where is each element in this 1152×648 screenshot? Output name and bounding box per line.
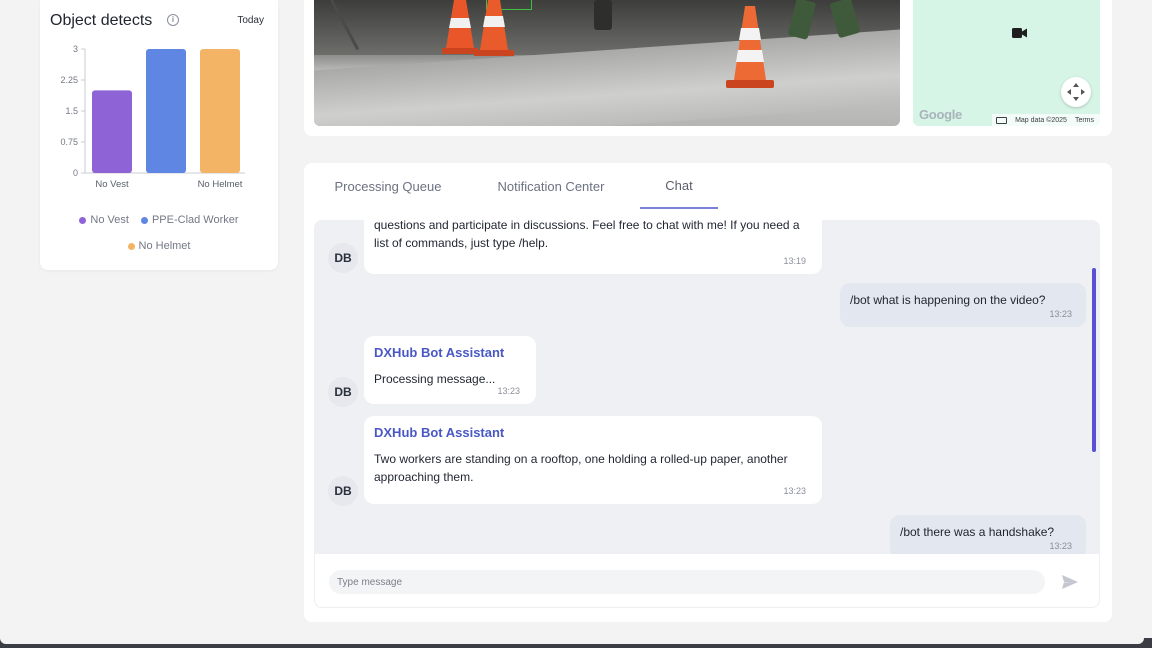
send-icon xyxy=(1062,575,1078,589)
avatar: DB xyxy=(328,243,358,273)
legend-label: PPE-Clad Worker xyxy=(151,214,239,226)
chat-message-bot: DXHub Bot Assistant Processing message..… xyxy=(364,336,536,404)
chat-scrollbar[interactable] xyxy=(1092,268,1096,452)
message-time: 13:23 xyxy=(1049,541,1072,551)
chart-legend: No Vest PPE-Clad Worker No Helmet xyxy=(40,214,278,266)
chat-message-bot: DXHub Bot Assistant Two workers are stan… xyxy=(364,416,822,504)
window-bottom-edge xyxy=(0,638,1152,648)
map-footer: Map data ©2025 Terms xyxy=(992,114,1100,126)
legend-label: No Helmet xyxy=(138,240,191,252)
bar-no-helmet xyxy=(200,49,240,173)
legend-dot-no-helmet xyxy=(127,242,135,250)
bar-ppe-clad-worker xyxy=(146,49,186,173)
legend-item-no-vest[interactable]: No Vest xyxy=(79,214,129,226)
message-sender: DXHub Bot Assistant xyxy=(374,425,505,440)
object-detects-chart: 3 2.25 1.5 0.75 0 No Vest No Helmet xyxy=(60,44,245,190)
chat-message-user: /bot there was a handshake? 13:23 xyxy=(890,515,1086,554)
video-camera-icon[interactable] xyxy=(1012,27,1028,39)
legend-label: No Vest xyxy=(90,214,129,226)
terms-link[interactable]: Terms xyxy=(1075,117,1094,124)
traffic-cone-image xyxy=(726,6,774,88)
message-text: /bot what is happening on the video? xyxy=(850,293,1046,307)
tab-notification-center[interactable]: Notification Center xyxy=(462,163,640,209)
message-time: 13:23 xyxy=(783,486,806,496)
traffic-cone-image xyxy=(474,0,514,56)
legend-item-ppe-clad-worker[interactable]: PPE-Clad Worker xyxy=(140,214,239,226)
location-map[interactable]: Google Map data ©2025 Terms xyxy=(913,0,1100,126)
tab-chat[interactable]: Chat xyxy=(640,163,718,209)
worker-image xyxy=(594,0,612,30)
x-tick-label: No Vest xyxy=(95,179,129,190)
keyboard-icon[interactable] xyxy=(996,116,1008,124)
chat-message-user: /bot what is happening on the video? 13:… xyxy=(840,283,1086,327)
legend-item-no-helmet[interactable]: No Helmet xyxy=(127,240,191,252)
legend-dot-ppe-clad-worker xyxy=(140,216,148,224)
camera-video-feed[interactable] xyxy=(314,0,900,126)
traffic-cone-image xyxy=(442,0,478,54)
y-tick-label: 3 xyxy=(73,44,78,54)
y-tick-label: 0 xyxy=(73,168,78,178)
message-time: 13:23 xyxy=(1049,309,1072,319)
google-logo: Google xyxy=(919,107,962,122)
chat-messages[interactable]: questions and participate in discussions… xyxy=(314,220,1100,554)
message-time: 13:19 xyxy=(783,256,806,266)
media-card: Google Map data ©2025 Terms xyxy=(304,0,1112,136)
y-tick-label: 1.5 xyxy=(65,106,78,116)
legend-dot-no-vest xyxy=(79,216,87,224)
bar-no-vest xyxy=(92,90,132,173)
x-tick-label: No Helmet xyxy=(198,179,243,190)
object-detects-card: Object detects i Today 3 2.25 1.5 0.75 0 No V… xyxy=(40,0,278,270)
y-tick-label: 0.75 xyxy=(60,137,78,147)
map-data-label: Map data ©2025 xyxy=(1015,116,1067,124)
tab-processing-queue[interactable]: Processing Queue xyxy=(314,163,462,209)
tab-bar: Processing Queue Notification Center Cha… xyxy=(314,163,718,209)
chat-message-bot: questions and participate in discussions… xyxy=(364,220,822,274)
period-selector[interactable]: Today xyxy=(237,15,264,26)
message-time: 13:23 xyxy=(497,386,520,396)
pan-arrows-icon xyxy=(1067,83,1085,101)
object-detects-title: Object detects xyxy=(50,12,153,29)
avatar: DB xyxy=(328,476,358,506)
map-pan-control[interactable] xyxy=(1061,77,1091,107)
y-tick-label: 2.25 xyxy=(60,75,78,85)
chat-card: Processing Queue Notification Center Cha… xyxy=(304,163,1112,622)
avatar: DB xyxy=(328,377,358,407)
message-sender: DXHub Bot Assistant xyxy=(374,345,505,360)
message-text: Two workers are standing on a rooftop, o… xyxy=(374,452,788,484)
message-composer xyxy=(314,554,1100,608)
send-button[interactable] xyxy=(1059,571,1081,593)
info-icon[interactable]: i xyxy=(167,14,179,26)
message-text: questions and participate in discussions… xyxy=(374,220,800,250)
message-input[interactable] xyxy=(329,570,1045,594)
